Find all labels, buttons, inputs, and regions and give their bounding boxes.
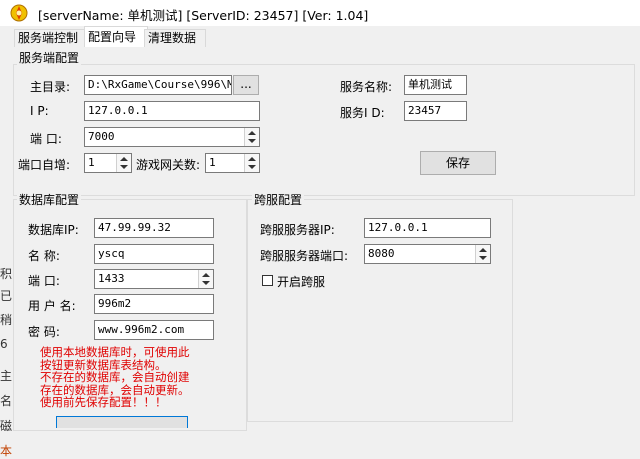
- ip-field[interactable]: 127.0.0.1: [84, 101, 260, 121]
- stepper-arrows[interactable]: [198, 270, 213, 288]
- enable-cross-checkbox[interactable]: [262, 275, 273, 286]
- stepper-down-icon[interactable]: [202, 281, 210, 285]
- warning-line: 不存在的数据库，会自动创建: [40, 370, 190, 384]
- db-port-stepper[interactable]: 1433: [94, 269, 214, 289]
- bg-char: 稍: [0, 313, 13, 327]
- cross-port-label: 跨服服务器端口:: [260, 249, 349, 263]
- app-logo-icon: [10, 4, 28, 22]
- cross-ip-label: 跨服服务器IP:: [260, 223, 335, 237]
- db-port-value: 1433: [98, 272, 125, 285]
- stepper-down-icon[interactable]: [248, 165, 256, 169]
- config-panel: 积 已 稍 6 主 名 磁 本 服务端配置 主目录: D:\RxGame\Cou…: [0, 47, 640, 458]
- port-increment-label: 端口自增:: [18, 158, 71, 172]
- server-id-label: 服务I D:: [340, 106, 385, 120]
- port-value: 7000: [88, 130, 115, 143]
- gateway-count-value: 1: [209, 156, 216, 169]
- warning-line: 使用本地数据库时，可使用此: [40, 345, 190, 359]
- port-label: 端 口:: [30, 132, 62, 146]
- stepper-arrows[interactable]: [244, 128, 259, 146]
- db-user-label: 用 户 名:: [28, 299, 76, 313]
- ip-label: I P:: [30, 104, 49, 118]
- stepper-arrows[interactable]: [116, 154, 131, 172]
- main-dir-field[interactable]: D:\RxGame\Course\996\Mi:: [84, 75, 232, 95]
- stepper-up-icon[interactable]: [202, 273, 210, 277]
- browse-button[interactable]: ...: [233, 75, 259, 95]
- update-db-button[interactable]: [56, 416, 188, 428]
- tab-config-wizard[interactable]: 配置向导: [84, 26, 148, 48]
- server-config-title: 服务端配置: [17, 49, 82, 66]
- stepper-down-icon[interactable]: [479, 256, 487, 260]
- server-id-field[interactable]: 23457: [404, 101, 467, 121]
- bg-char: 本: [0, 444, 13, 458]
- port-stepper[interactable]: 7000: [84, 127, 260, 147]
- cross-port-value: 8080: [368, 247, 395, 260]
- title-bar: [serverName: 单机测试] [ServerID: 23457] [Ve…: [0, 0, 640, 26]
- db-port-label: 端 口:: [28, 274, 60, 288]
- db-warning-text: 使用本地数据库时，可使用此 按钮更新数据库表结构。 不存在的数据库，会自动创建 …: [40, 346, 190, 409]
- save-button[interactable]: 保存: [420, 151, 496, 175]
- cross-ip-field[interactable]: 127.0.0.1: [364, 218, 491, 238]
- cross-config-title: 跨服配置: [252, 191, 305, 208]
- bg-char: 名: [0, 394, 13, 408]
- cross-port-stepper[interactable]: 8080: [364, 244, 491, 264]
- db-password-label: 密 码:: [28, 325, 60, 339]
- stepper-up-icon[interactable]: [120, 157, 128, 161]
- stepper-down-icon[interactable]: [248, 139, 256, 143]
- server-name-field[interactable]: 单机测试: [404, 75, 467, 95]
- warning-line: 使用前先保存配置！！！: [40, 395, 167, 409]
- bg-char: 积: [0, 267, 13, 281]
- tab-server-control[interactable]: 服务端控制: [14, 29, 90, 47]
- stepper-arrows[interactable]: [244, 154, 259, 172]
- stepper-arrows[interactable]: [475, 245, 490, 263]
- stepper-down-icon[interactable]: [120, 165, 128, 169]
- db-ip-label: 数据库IP:: [28, 223, 79, 237]
- port-increment-value: 1: [88, 156, 95, 169]
- bg-char: 6: [0, 337, 8, 351]
- bg-char: 主: [0, 369, 13, 383]
- db-user-field[interactable]: 996m2: [94, 294, 214, 314]
- tab-strip: 服务端控制 配置向导 清理数据: [0, 26, 640, 48]
- db-name-label: 名 称:: [28, 249, 60, 263]
- gateway-count-label: 游戏网关数:: [136, 158, 201, 172]
- main-dir-label: 主目录:: [30, 80, 71, 94]
- db-ip-field[interactable]: 47.99.99.32: [94, 218, 214, 238]
- db-password-field[interactable]: www.996m2.com: [94, 320, 214, 340]
- stepper-up-icon[interactable]: [479, 248, 487, 252]
- bg-char: 已: [0, 289, 13, 303]
- db-name-field[interactable]: yscq: [94, 244, 214, 264]
- server-name-label: 服务名称:: [340, 80, 393, 94]
- tab-clear-data[interactable]: 清理数据: [144, 29, 206, 47]
- port-increment-stepper[interactable]: 1: [84, 153, 132, 173]
- window-title: [serverName: 单机测试] [ServerID: 23457] [Ve…: [38, 8, 369, 23]
- gateway-count-stepper[interactable]: 1: [205, 153, 260, 173]
- enable-cross-label[interactable]: 开启跨服: [277, 273, 325, 290]
- db-config-title: 数据库配置: [17, 191, 82, 208]
- stepper-up-icon[interactable]: [248, 157, 256, 161]
- stepper-up-icon[interactable]: [248, 131, 256, 135]
